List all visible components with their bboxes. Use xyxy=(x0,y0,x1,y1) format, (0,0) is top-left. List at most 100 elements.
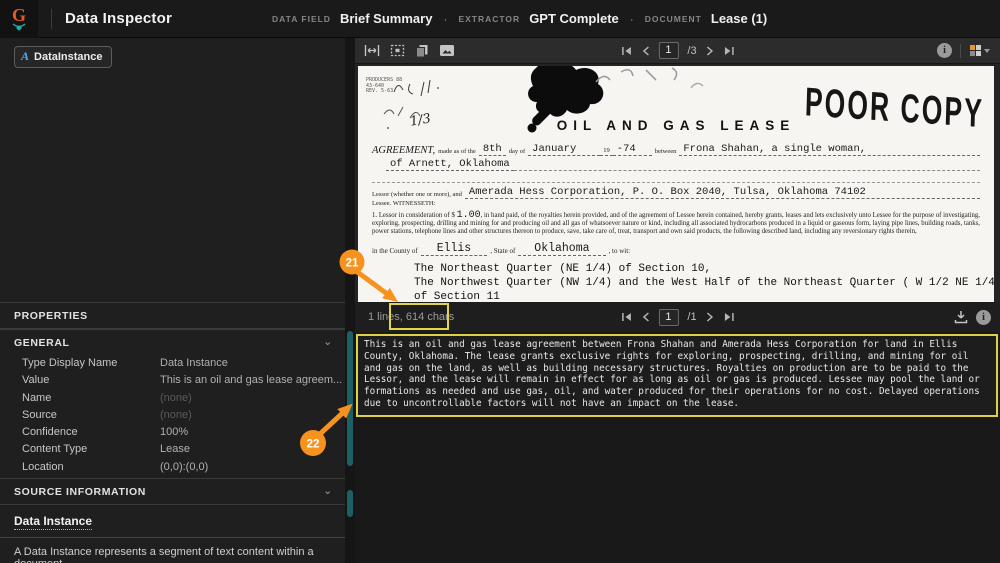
document-body: AGREEMENT, made as of the 8th day of Jan… xyxy=(358,143,994,302)
fine-print-paragraph: 1. Lessor in consideration of $ 1.00, in… xyxy=(372,211,980,237)
ruled-line xyxy=(372,174,980,183)
data-field-label: DATA FIELD xyxy=(272,13,331,24)
image-view-icon[interactable] xyxy=(439,44,455,57)
properties-sidebar: A DataInstance PROPERTIES GENERAL ⌄ Type… xyxy=(0,38,345,563)
property-row: Source (none) xyxy=(0,407,345,424)
last-page-button[interactable] xyxy=(723,312,735,322)
legal-line: The Northwest Quarter (NW 1/4) and the W… xyxy=(414,276,994,289)
source-information-header[interactable]: SOURCE INFORMATION ⌄ xyxy=(0,478,345,506)
previous-page-button[interactable] xyxy=(641,312,649,322)
general-title: GENERAL xyxy=(14,337,70,349)
previous-page-button[interactable] xyxy=(641,45,649,56)
property-value: Data Instance xyxy=(160,357,228,369)
property-row: Confidence 100% xyxy=(0,424,345,441)
property-value: Lease xyxy=(160,443,190,456)
form-print: Lessee. WITNESSETH: xyxy=(372,200,436,207)
property-value: (0,0):(0,0) xyxy=(160,460,209,473)
chevron-down-icon[interactable]: ⌄ xyxy=(323,484,333,497)
app-header: G Data Inspector DATA FIELD Brief Summar… xyxy=(0,0,1000,38)
first-page-button[interactable] xyxy=(620,46,632,56)
form-print: between xyxy=(654,148,677,155)
fit-width-icon[interactable] xyxy=(364,44,380,57)
properties-section: PROPERTIES GENERAL ⌄ Type Display Name D… xyxy=(0,302,345,563)
page-title: Data Inspector xyxy=(65,10,172,27)
info-icon[interactable]: i xyxy=(976,309,991,325)
region-select-icon[interactable] xyxy=(390,44,405,57)
extractor-value[interactable]: GPT Complete xyxy=(529,11,619,26)
main-layout: A DataInstance PROPERTIES GENERAL ⌄ Type… xyxy=(0,38,1000,563)
ruled-line xyxy=(513,161,980,171)
property-row: Type Display Name Data Instance xyxy=(0,355,345,372)
form-print: 1. Lessor in consideration of $ xyxy=(372,212,455,219)
attribute-icon: A xyxy=(21,49,30,63)
text-stats-bar: 1 lines, 614 chars 1 /1 i xyxy=(355,302,1000,332)
page-number-input[interactable]: 1 xyxy=(658,42,679,59)
properties-header: PROPERTIES xyxy=(0,302,345,329)
typed-year: -74 xyxy=(612,143,652,156)
form-print: Lessor (whether one or more), and xyxy=(372,191,462,198)
copy-pages-icon[interactable] xyxy=(415,44,429,58)
page-total: /3 xyxy=(687,44,697,57)
form-print: made as of the xyxy=(438,148,476,155)
header-divider xyxy=(51,8,52,29)
typed-lessor-address: of Arnett, Oklahoma xyxy=(386,158,514,171)
info-icon[interactable]: i xyxy=(937,43,952,58)
handwriting-marks xyxy=(383,79,439,129)
document-canvas[interactable]: PRODUCERS 88 43-640 REV. 5-63 1/3 POOR C… xyxy=(355,64,1000,302)
data-field-value[interactable]: Brief Summary xyxy=(340,11,432,26)
property-value: 100% xyxy=(160,426,189,439)
legal-description: The Northeast Quarter (NE 1/4) of Sectio… xyxy=(414,262,994,302)
data-instance-link[interactable]: Data Instance xyxy=(14,514,93,531)
legal-line: The Northeast Quarter (NE 1/4) of Sectio… xyxy=(414,262,712,275)
property-label: Content Type xyxy=(22,443,88,456)
scroll-marker[interactable] xyxy=(347,331,353,466)
app-logo[interactable]: G xyxy=(0,0,38,38)
property-value: (none) xyxy=(160,391,192,404)
property-value: (none) xyxy=(160,408,192,421)
document-value[interactable]: Lease (1) xyxy=(711,11,767,26)
next-page-button[interactable] xyxy=(706,45,714,56)
page-number-input[interactable]: 1 xyxy=(658,308,679,326)
viewer-toolbar-right: i xyxy=(937,43,1000,58)
scanned-document-page[interactable]: PRODUCERS 88 43-640 REV. 5-63 1/3 POOR C… xyxy=(358,66,994,302)
property-row: Name (none) xyxy=(0,390,345,407)
chip-label: DataInstance xyxy=(34,50,103,63)
page-pagination-top: 1 /3 xyxy=(620,42,734,59)
logo-g-glyph: G xyxy=(11,4,26,25)
property-value: This is an oil and gas lease agreem... xyxy=(160,374,343,387)
property-label: Type Display Name xyxy=(22,357,118,369)
page-total: /1 xyxy=(687,311,697,323)
data-instance-chip[interactable]: A DataInstance xyxy=(14,46,112,68)
viewer-toolbar: 1 /3 i xyxy=(355,38,1000,64)
extractor-label: EXTRACTOR xyxy=(458,13,521,24)
download-icon[interactable] xyxy=(954,310,968,324)
typed-county: Ellis xyxy=(420,242,488,256)
chevron-down-icon[interactable]: ⌄ xyxy=(323,335,333,348)
property-row: Location (0,0):(0,0) xyxy=(0,459,345,476)
line-char-count: 1 lines, 614 chars xyxy=(368,311,455,323)
logo-teal-mark-icon xyxy=(12,22,26,31)
typed-day: 8th xyxy=(478,143,506,156)
first-page-button[interactable] xyxy=(620,312,632,322)
separator-dot: · xyxy=(629,11,634,26)
form-print: , to wit: xyxy=(608,246,631,255)
extracted-text-panel: This is an oil and gas lease agreement b… xyxy=(355,332,1000,563)
form-print: day of xyxy=(508,148,526,155)
scroll-marker[interactable] xyxy=(347,490,353,517)
page-pagination-bottom: 1 /1 xyxy=(620,308,735,326)
general-section-header[interactable]: GENERAL ⌄ xyxy=(0,329,345,355)
last-page-button[interactable] xyxy=(723,46,735,56)
stats-bar-right: i xyxy=(954,309,1000,325)
summary-text-region[interactable]: This is an oil and gas lease agreement b… xyxy=(356,334,998,417)
form-print: 19 xyxy=(600,147,613,156)
toolbar-divider xyxy=(960,43,961,58)
property-label: Confidence xyxy=(22,426,78,439)
form-print: , State of xyxy=(490,246,516,255)
next-page-button[interactable] xyxy=(706,312,714,322)
property-label: Value xyxy=(22,374,50,387)
viewer-tools xyxy=(355,44,455,58)
display-options-icon[interactable] xyxy=(969,44,991,58)
source-information-title: SOURCE INFORMATION xyxy=(14,486,146,499)
agreement-word: AGREEMENT, xyxy=(372,145,436,156)
document-label: DOCUMENT xyxy=(644,13,702,24)
